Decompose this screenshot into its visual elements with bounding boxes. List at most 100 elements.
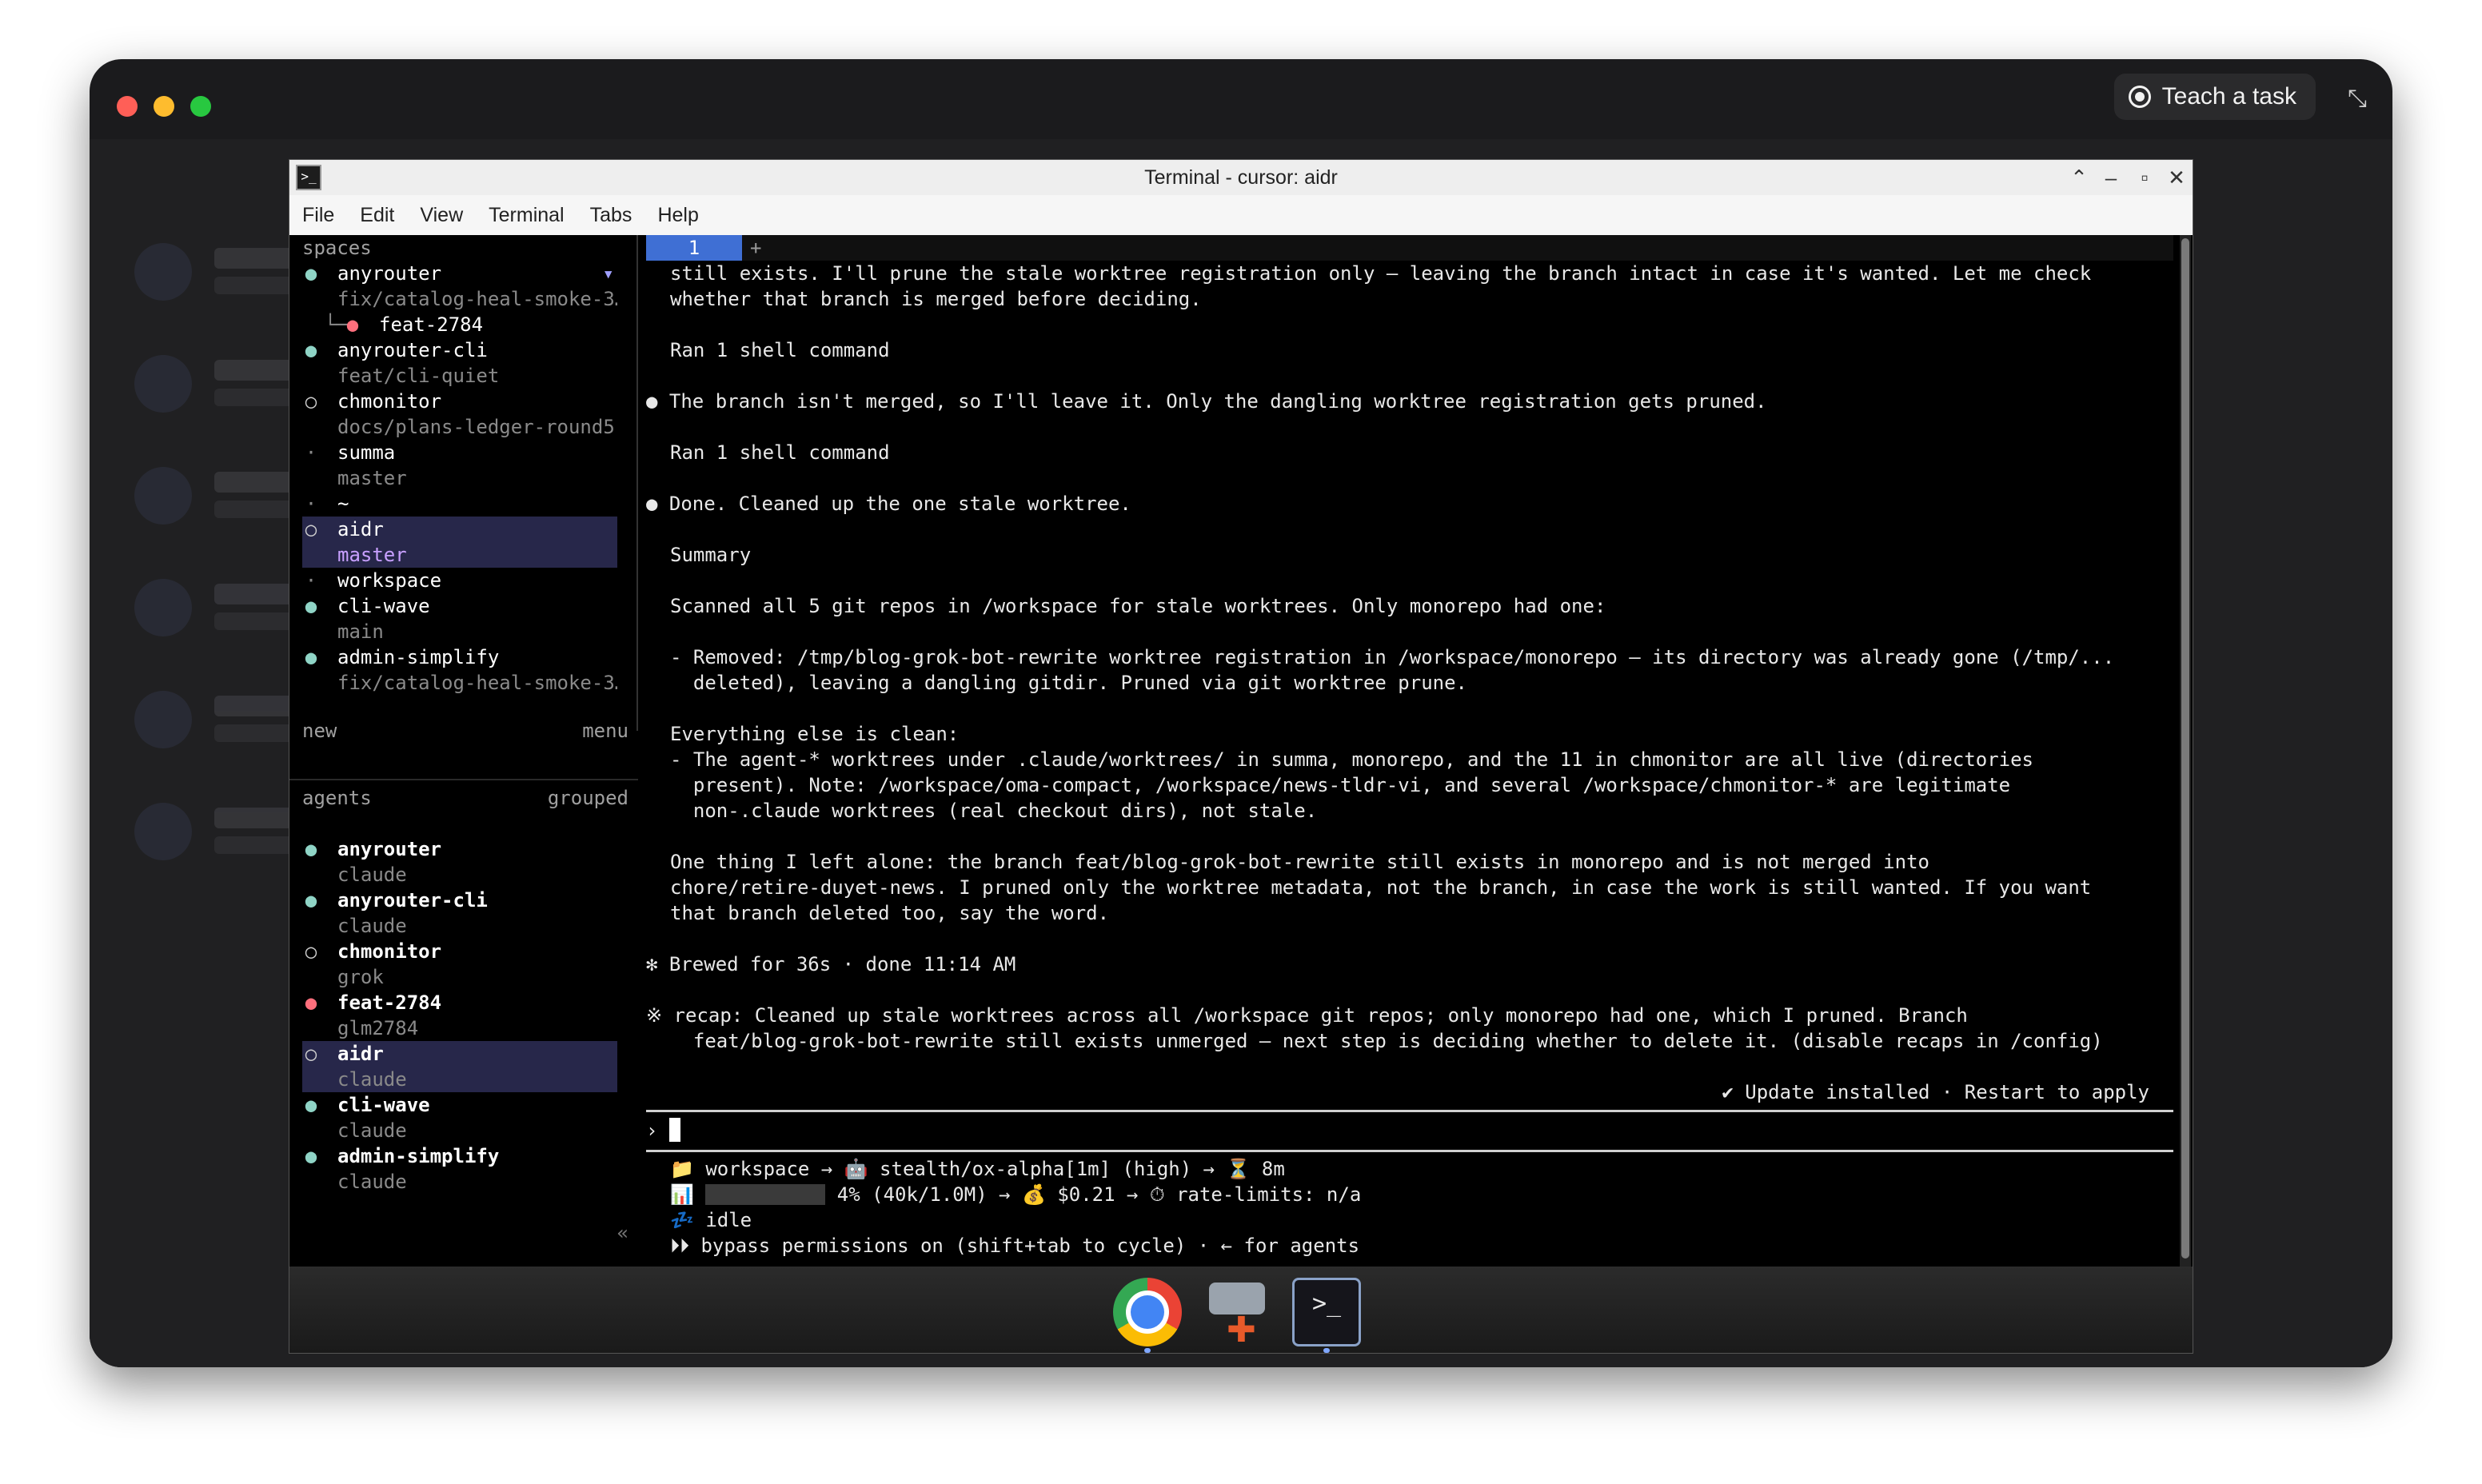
- status-line-3: 💤 idle: [670, 1209, 752, 1231]
- status-dot: ●: [305, 1094, 317, 1116]
- space-item[interactable]: · workspace: [302, 568, 617, 593]
- output-line: - Removed: /tmp/blog-grok-bot-rewrite wo…: [670, 646, 2115, 668]
- space-item[interactable]: · summa: [302, 440, 617, 465]
- status-dot: ●: [305, 838, 317, 860]
- chart-icon: 📊: [670, 1183, 694, 1206]
- space-item[interactable]: · ~: [302, 491, 617, 517]
- status-line-1: 📁 workspace → 🤖 stealth/ox-alpha[1m] (hi…: [670, 1158, 1285, 1180]
- menu-file[interactable]: File: [289, 204, 347, 227]
- agent-item[interactable]: ○ chmonitor grok: [302, 939, 617, 990]
- space-name: anyrouter: [337, 262, 442, 285]
- space-branch[interactable]: fix/catalog-heal-smoke-3…: [302, 670, 617, 696]
- menu-tabs[interactable]: Tabs: [577, 204, 645, 227]
- space-name: anyrouter-cli: [337, 339, 488, 361]
- space-name: aidr: [337, 518, 384, 541]
- tab-1[interactable]: 1: [646, 235, 742, 261]
- minimize-button[interactable]: –: [2095, 160, 2127, 195]
- chevron-up-icon[interactable]: ⌃: [2063, 160, 2095, 195]
- agent-item[interactable]: ● admin-simplify claude: [302, 1143, 617, 1195]
- space-name: summa: [337, 441, 396, 464]
- close-button[interactable]: ✕: [2161, 160, 2193, 195]
- scrollbar[interactable]: [2180, 235, 2191, 1267]
- agent-model: glm2784: [337, 1017, 419, 1039]
- output-line: Scanned all 5 git repos in /workspace fo…: [670, 595, 1606, 617]
- branch-name: master: [337, 544, 407, 566]
- status-dot: ·: [305, 441, 317, 464]
- agent-item[interactable]: ● anyrouter claude: [302, 836, 617, 888]
- agent-model: grok: [337, 966, 384, 988]
- collapse-icon[interactable]: ⤡: [2343, 85, 2372, 114]
- running-indicator: [1144, 1348, 1151, 1353]
- chevron-down-icon[interactable]: ▾: [603, 261, 614, 286]
- agents-heading: agents: [302, 787, 372, 809]
- space-branch[interactable]: main: [302, 619, 617, 644]
- space-item[interactable]: ● cli-wave: [302, 593, 617, 619]
- agent-item[interactable]: ○ aidr claude: [302, 1041, 617, 1092]
- maximize-button[interactable]: ▫: [2129, 160, 2161, 195]
- output-line: ※ recap: Cleaned up stale worktrees acro…: [646, 1004, 1968, 1027]
- prompt-glyph: ›: [646, 1119, 658, 1142]
- space-branch[interactable]: master: [302, 542, 617, 568]
- zoom-window-button[interactable]: [190, 96, 211, 117]
- space-branch[interactable]: master: [302, 465, 617, 491]
- agent-model: claude: [337, 864, 407, 886]
- agent-model: claude: [337, 915, 407, 937]
- space-branch[interactable]: docs/plans-ledger-round5: [302, 414, 617, 440]
- space-item[interactable]: ● admin-simplify: [302, 644, 617, 670]
- agent-item[interactable]: ● anyrouter-cli claude: [302, 888, 617, 939]
- scrollbar-thumb[interactable]: [2181, 238, 2189, 1259]
- space-item[interactable]: ○ chmonitor: [302, 389, 617, 414]
- agent-item[interactable]: ● feat-2784 glm2784: [302, 990, 617, 1041]
- menu-edit[interactable]: Edit: [347, 204, 407, 227]
- space-branch[interactable]: feat/cli-quiet: [302, 363, 617, 389]
- terminal-window: >_ Terminal - cursor: aidr ⌃ – ▫ ✕ File …: [289, 160, 2193, 1353]
- menu-help[interactable]: Help: [644, 204, 711, 227]
- status-dot: ●: [305, 595, 317, 617]
- agent-item[interactable]: ● cli-wave claude: [302, 1092, 617, 1143]
- game-icon[interactable]: ✚: [1204, 1278, 1273, 1348]
- menu-terminal[interactable]: Terminal: [476, 204, 577, 227]
- terminal-icon[interactable]: >_: [1292, 1278, 1361, 1346]
- new-space-button[interactable]: new: [302, 718, 337, 744]
- status-dot: ○: [305, 390, 317, 413]
- output-line: - The agent-* worktrees under .claude/wo…: [670, 748, 2034, 771]
- teach-task-button[interactable]: Teach a task: [2113, 74, 2316, 120]
- space-item[interactable]: ○ aidr: [302, 517, 617, 542]
- output-line: ● Done. Cleaned up the one stale worktre…: [646, 493, 1131, 515]
- grouped-toggle[interactable]: grouped: [548, 785, 628, 811]
- chrome-icon[interactable]: [1113, 1278, 1182, 1346]
- space-item[interactable]: ● anyrouter ▾: [302, 261, 617, 286]
- status-dot: ·: [305, 493, 317, 515]
- branch-name: master: [337, 467, 407, 489]
- branch-name: docs/plans-ledger-round5: [337, 416, 615, 438]
- menu-view[interactable]: View: [407, 204, 476, 227]
- terminal-pane[interactable]: 1 + still exists. I'll prune the stale w…: [646, 235, 2191, 1267]
- agent-name: chmonitor: [337, 940, 442, 963]
- prompt-top-rule: [646, 1110, 2173, 1112]
- branch-name: fix/catalog-heal-smoke-3…: [337, 288, 617, 310]
- spaces-menu-button[interactable]: menu: [582, 718, 628, 744]
- space-item[interactable]: └─ ● feat-2784: [302, 312, 617, 337]
- agent-name: anyrouter-cli: [337, 889, 488, 912]
- prompt-line[interactable]: ›: [646, 1118, 2173, 1143]
- space-branch[interactable]: fix/catalog-heal-smoke-3…: [302, 286, 617, 312]
- update-notice: ✔ Update installed · Restart to apply: [1722, 1081, 2149, 1103]
- window-title: Terminal - cursor: aidr: [1144, 166, 1338, 189]
- space-item[interactable]: ● anyrouter-cli: [302, 337, 617, 363]
- status-dot: ○: [305, 518, 317, 541]
- agent-name: aidr: [337, 1043, 384, 1065]
- collapse-sidebar-icon[interactable]: «: [617, 1220, 628, 1246]
- output-line: Ran 1 shell command: [670, 339, 890, 361]
- terminal-titlebar[interactable]: >_ Terminal - cursor: aidr ⌃ – ▫ ✕: [289, 160, 2193, 195]
- prompt-bottom-rule: [646, 1150, 2173, 1152]
- status-dot: ·: [305, 569, 317, 592]
- add-tab-button[interactable]: +: [750, 235, 761, 261]
- context-usage-bar: [705, 1184, 826, 1205]
- minimize-window-button[interactable]: [154, 96, 174, 117]
- agent-model: claude: [337, 1171, 407, 1193]
- space-name: chmonitor: [337, 390, 442, 413]
- close-window-button[interactable]: [117, 96, 138, 117]
- output-line: Summary: [670, 544, 752, 566]
- status-dot: ○: [305, 940, 317, 963]
- branch-name: fix/catalog-heal-smoke-3…: [337, 672, 617, 694]
